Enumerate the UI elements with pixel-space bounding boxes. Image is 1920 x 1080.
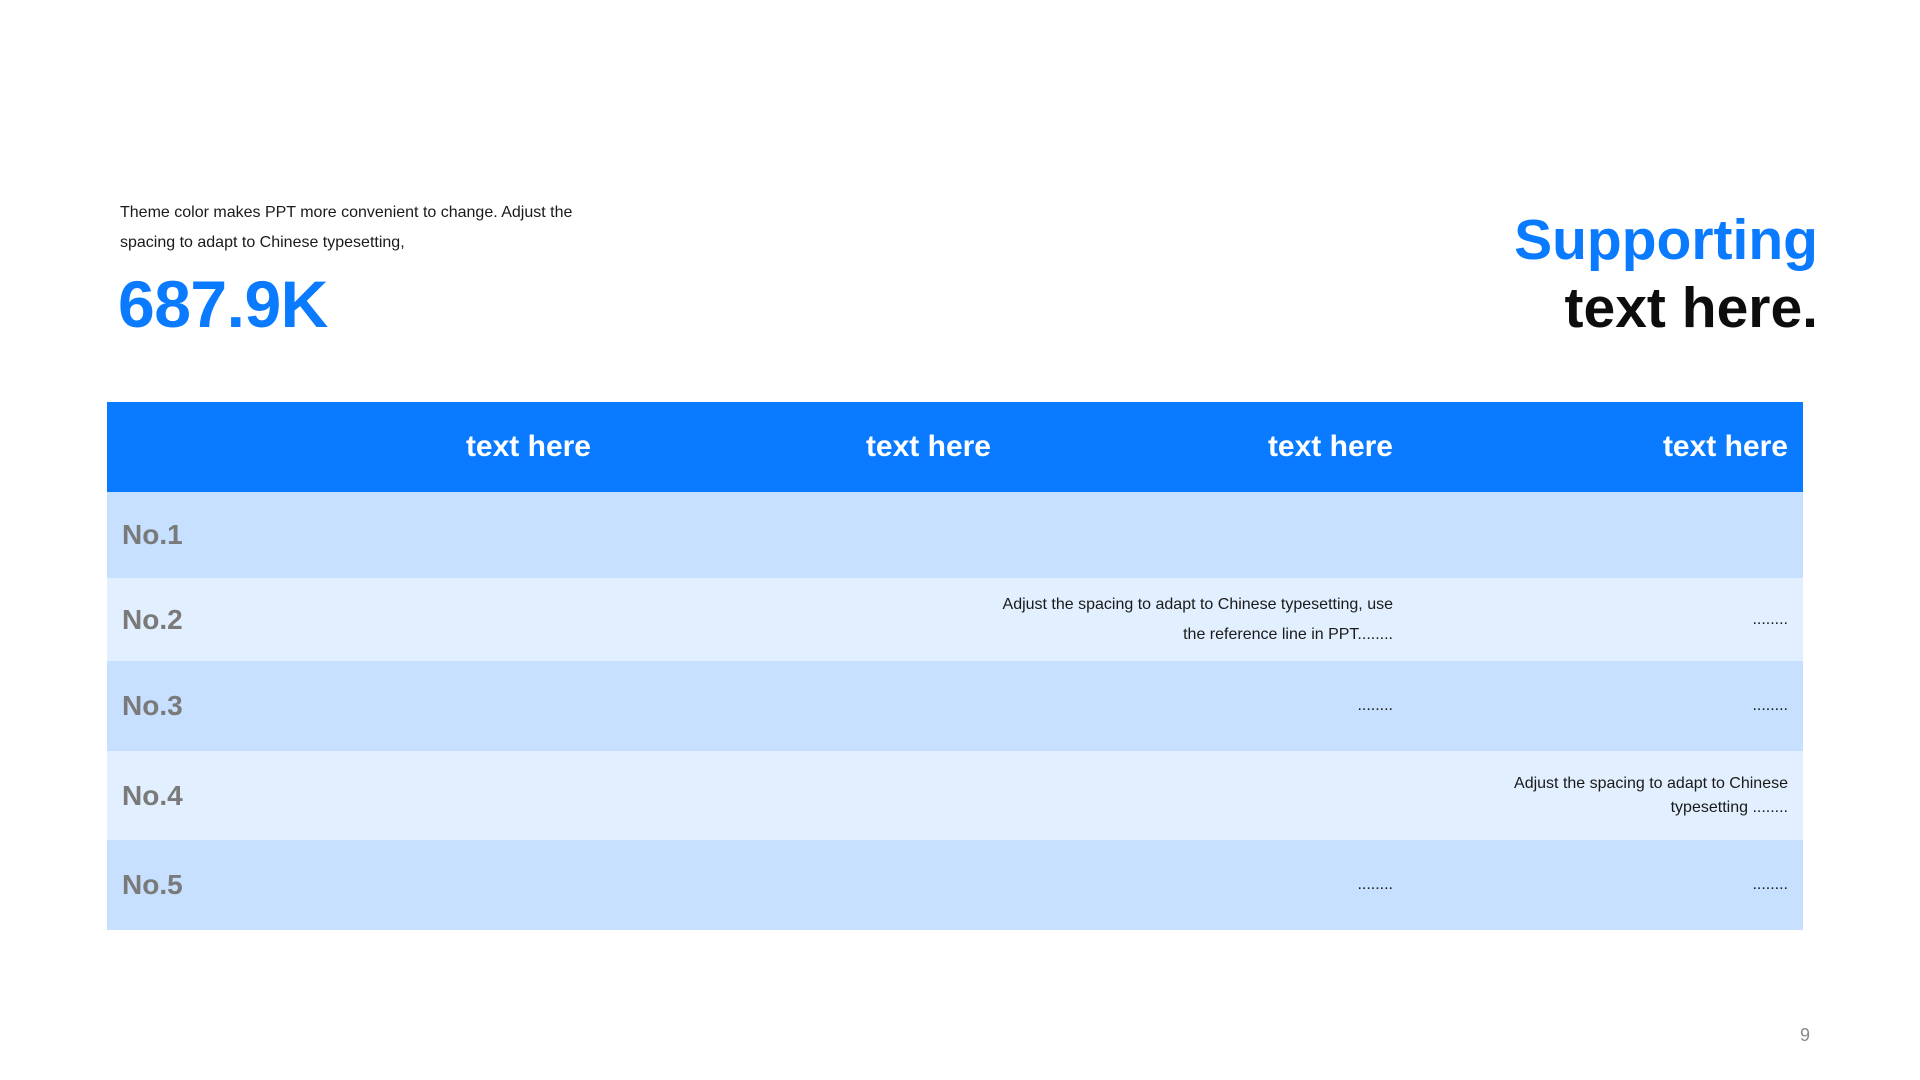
row-label: No.2 bbox=[122, 603, 183, 635]
stat-value: 687.9K bbox=[118, 267, 328, 341]
supporting-heading: Supporting text here. bbox=[1514, 206, 1818, 342]
table-row: No.5 ........ ........ bbox=[107, 840, 1803, 930]
table-cell: ........ bbox=[1507, 840, 1788, 930]
table-cell-text: ........ bbox=[1357, 876, 1393, 893]
intro-text: Theme color makes PPT more convenient to… bbox=[120, 204, 573, 251]
table-row: No.4 Adjust the spacing to adapt to Chin… bbox=[107, 751, 1803, 840]
table-row: No.1 bbox=[107, 492, 1803, 578]
table-cell-text: ........ bbox=[1752, 697, 1788, 714]
table-row: No.2 Adjust the spacing to adapt to Chin… bbox=[107, 578, 1803, 661]
page-number: 9 bbox=[1799, 1025, 1810, 1045]
slide: Theme color makes PPT more convenient to… bbox=[0, 0, 1920, 1080]
supporting-heading-line2: text here. bbox=[1564, 276, 1818, 340]
row-label: No.1 bbox=[122, 519, 183, 550]
table-cell-text: ........ bbox=[1752, 610, 1788, 628]
table-cell: ........ bbox=[1207, 840, 1393, 930]
supporting-heading-line1: Supporting bbox=[1514, 208, 1818, 272]
row-label: No.5 bbox=[122, 869, 183, 900]
table-cell: ........ bbox=[1507, 661, 1788, 751]
data-table: text here text here text here text here … bbox=[107, 402, 1803, 930]
table-cell-text: ........ bbox=[1357, 697, 1393, 714]
table-cell: Adjust the spacing to adapt to Chinese t… bbox=[1514, 774, 1788, 816]
row-label: No.3 bbox=[122, 690, 183, 721]
table-cell: ........ bbox=[1507, 578, 1788, 661]
table-header-cell-4: text here bbox=[1662, 430, 1788, 463]
table-cell-text: ........ bbox=[1752, 876, 1788, 893]
table-cell: Adjust the spacing to adapt to Chinese t… bbox=[1002, 595, 1393, 643]
table-header-row: text here text here text here text here bbox=[107, 402, 1803, 492]
table-row: No.3 ........ ........ bbox=[107, 661, 1803, 751]
table-cell: ........ bbox=[1207, 661, 1393, 751]
row-label: No.4 bbox=[122, 779, 183, 811]
